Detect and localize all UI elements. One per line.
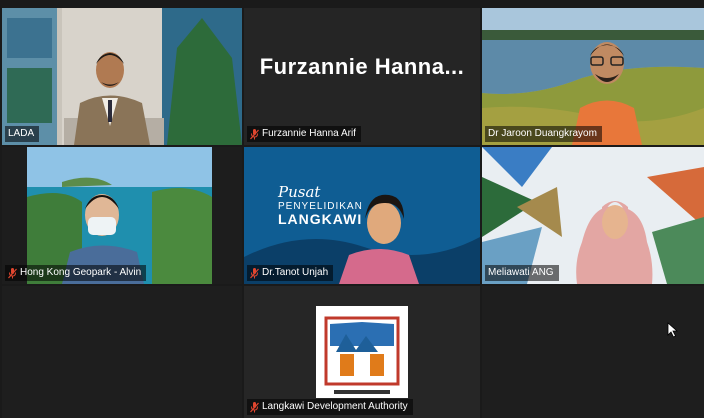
participant-display-name: Furzannie Hanna... — [259, 53, 465, 79]
muted-mic-icon — [250, 128, 259, 139]
participant-name-label: Dr Jaroon Duangkrayom — [485, 126, 602, 142]
video-tile-furzannie[interactable]: Furzannie Hanna... Furzannie Hanna Arif — [244, 8, 480, 145]
video-feed — [482, 147, 704, 284]
participant-name-label: Langkawi Development Authority — [247, 399, 413, 415]
video-feed — [482, 8, 704, 145]
video-tile-meliawati[interactable]: Meliawati ANG — [482, 147, 704, 284]
participant-name-label: Dr.Tanot Unjah — [247, 265, 334, 281]
participant-name: Langkawi Development Authority — [262, 401, 408, 412]
empty-tile-right — [482, 286, 704, 418]
video-feed — [2, 147, 242, 284]
participant-name-label: Meliawati ANG — [485, 265, 559, 281]
video-tile-tanot-unjah[interactable]: Pusat PENYELIDIKAN LANGKAWI Dr.Tanot Unj… — [244, 147, 480, 284]
participant-name: Hong Kong Geopark - Alvin — [20, 267, 142, 278]
muted-mic-icon — [250, 401, 259, 412]
participant-name-label: Furzannie Hanna Arif — [247, 126, 361, 142]
video-tile-jaroon[interactable]: Dr Jaroon Duangkrayom — [482, 8, 704, 145]
participant-name-label: LADA — [5, 126, 40, 142]
participant-name: Dr Jaroon Duangkrayom — [488, 128, 597, 139]
mouse-cursor-icon — [667, 322, 679, 338]
participant-name: Furzannie Hanna Arif — [262, 128, 356, 139]
video-tile-lada[interactable]: LADA — [2, 8, 242, 145]
video-tile-hong-kong-geopark[interactable]: Hong Kong Geopark - Alvin — [2, 147, 242, 284]
participant-name-label: Hong Kong Geopark - Alvin — [5, 265, 147, 281]
video-feed — [2, 8, 242, 145]
video-tile-langkawi-development-authority[interactable]: Langkawi Development Authority — [244, 286, 480, 418]
empty-tile-left — [2, 286, 242, 418]
lada-logo — [316, 306, 408, 398]
banner-title: Pusat — [278, 183, 321, 201]
participant-name: Dr.Tanot Unjah — [262, 267, 329, 278]
banner-title-2: LANGKAWI — [278, 211, 363, 227]
muted-mic-icon — [250, 267, 259, 278]
muted-mic-icon — [8, 267, 17, 278]
participant-name: Meliawati ANG — [488, 267, 554, 278]
participant-name: LADA — [8, 128, 35, 139]
